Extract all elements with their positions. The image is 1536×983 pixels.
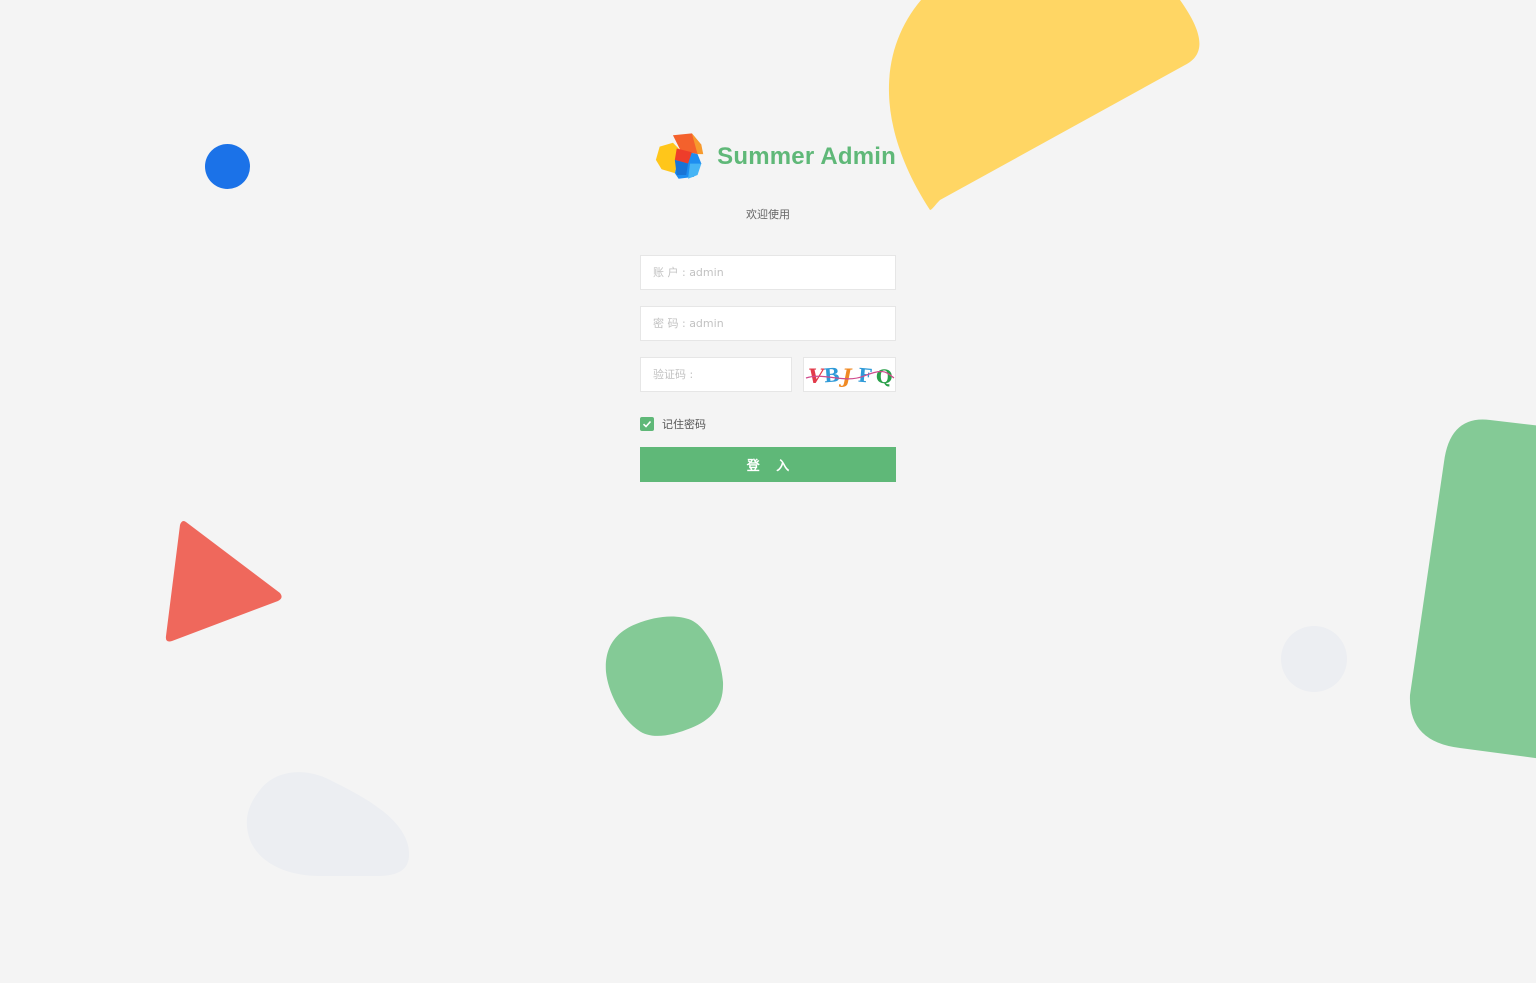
- username-input[interactable]: [640, 255, 896, 290]
- captcha-input[interactable]: [640, 357, 792, 392]
- decorative-yellow-half-circle: [888, 0, 1200, 210]
- remember-checkbox[interactable]: [640, 417, 654, 431]
- decorative-green-rounded-square: [605, 616, 724, 736]
- welcome-subtitle: 欢迎使用: [746, 208, 790, 221]
- captcha-char-2: B: [823, 364, 841, 387]
- app-title: Summer Admin: [717, 143, 896, 170]
- colorful-cube-icon: [655, 133, 704, 179]
- login-panel: Summer Admin 欢迎使用 V B J F Q: [640, 128, 896, 482]
- check-icon: [642, 420, 652, 428]
- decorative-faint-circle: [1281, 626, 1347, 692]
- captcha-graphic: V B J F Q: [805, 364, 895, 388]
- captcha-row: V B J F Q: [640, 357, 896, 392]
- brand-header: Summer Admin: [654, 128, 896, 186]
- decorative-green-rounded-rectangle: [1409, 419, 1536, 759]
- password-input[interactable]: [640, 306, 896, 341]
- captcha-image[interactable]: V B J F Q: [803, 357, 896, 392]
- decorative-red-triangle: [165, 521, 282, 642]
- captcha-char-5: Q: [876, 366, 893, 388]
- decorative-blue-circle: [205, 144, 250, 189]
- login-button[interactable]: 登 入: [640, 447, 896, 482]
- login-page: Summer Admin 欢迎使用 V B J F Q: [0, 0, 1536, 983]
- remember-password-label: 记住密码: [662, 418, 706, 431]
- remember-password-row[interactable]: 记住密码: [640, 416, 896, 432]
- decorative-faint-blob: [246, 772, 410, 876]
